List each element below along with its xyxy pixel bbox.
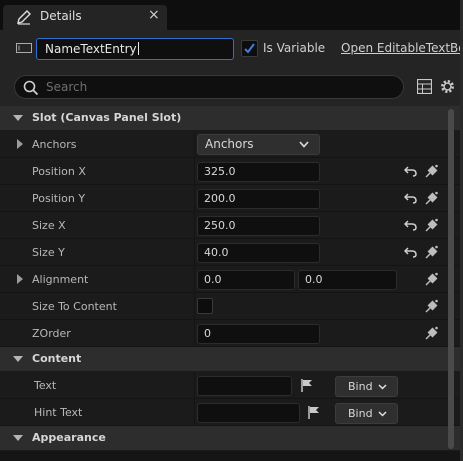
section-label: Appearance	[32, 431, 106, 444]
tab-title: Details	[40, 9, 82, 23]
property-row-position-y: Position Y 200.0	[0, 185, 460, 212]
property-label: ZOrder	[32, 327, 71, 340]
section-label: Slot (Canvas Panel Slot)	[32, 111, 182, 124]
property-label: Hint Text	[34, 406, 83, 419]
widget-name-input[interactable]: NameTextEntry	[36, 38, 234, 60]
property-label: Size Y	[32, 246, 65, 259]
widget-name-value: NameTextEntry	[45, 42, 137, 56]
property-row-anchors: Anchors Anchors	[0, 131, 460, 158]
column-divider	[194, 131, 195, 158]
column-divider	[194, 185, 195, 212]
anchors-dropdown[interactable]: Anchors	[197, 134, 320, 155]
search-placeholder: Search	[46, 80, 88, 94]
chevron-down-icon	[378, 411, 387, 417]
bind-dropdown[interactable]: Bind	[335, 376, 398, 397]
keyframe-pin-icon[interactable]	[425, 272, 439, 286]
text-caret	[137, 42, 139, 55]
bind-label: Bind	[348, 407, 373, 420]
flag-icon[interactable]	[300, 378, 314, 392]
vertical-scrollbar[interactable]	[447, 106, 456, 460]
column-divider	[194, 293, 195, 320]
text-field[interactable]	[197, 376, 292, 396]
position-y-field[interactable]: 200.0	[197, 189, 320, 209]
section-content[interactable]: Content	[0, 347, 460, 372]
scroll-thumb[interactable]	[448, 109, 454, 449]
alignment-x-field[interactable]: 0.0	[197, 270, 295, 290]
property-label: Text	[34, 379, 57, 392]
property-list: Slot (Canvas Panel Slot) Anchors Anchors…	[0, 106, 460, 451]
chevron-down-icon	[299, 141, 309, 148]
collapse-arrow-icon	[13, 115, 23, 121]
table-icon[interactable]	[417, 79, 432, 94]
checkmark-icon	[244, 43, 255, 54]
position-x-field[interactable]: 325.0	[197, 162, 320, 182]
expand-arrow-icon[interactable]	[17, 139, 23, 149]
collapse-arrow-icon	[13, 435, 23, 441]
tab-details[interactable]: Details ×	[3, 5, 167, 30]
reset-arrow-icon[interactable]	[404, 193, 417, 204]
reset-arrow-icon[interactable]	[404, 247, 417, 258]
open-class-link[interactable]: Open EditableTextBo	[341, 41, 460, 55]
search-row: Search	[0, 68, 460, 106]
search-input[interactable]: Search	[14, 75, 404, 99]
size-x-field[interactable]: 250.0	[197, 216, 320, 236]
property-label: Alignment	[32, 273, 89, 286]
property-row-size-y: Size Y 40.0	[0, 239, 460, 266]
property-row-zorder: ZOrder 0	[0, 320, 460, 347]
bind-dropdown[interactable]: Bind	[335, 403, 398, 424]
keyframe-pin-icon[interactable]	[425, 299, 439, 313]
column-divider	[194, 239, 195, 266]
section-appearance[interactable]: Appearance	[0, 426, 460, 451]
column-divider	[194, 320, 195, 347]
size-y-field[interactable]: 40.0	[197, 243, 320, 263]
keyframe-pin-icon[interactable]	[425, 326, 439, 340]
property-label: Size X	[32, 219, 66, 232]
chevron-down-icon	[378, 384, 387, 390]
reset-arrow-icon[interactable]	[404, 166, 417, 177]
reset-arrow-icon[interactable]	[404, 220, 417, 231]
zorder-field[interactable]: 0	[197, 324, 320, 344]
keyframe-pin-icon[interactable]	[425, 245, 439, 259]
keyframe-pin-icon[interactable]	[425, 218, 439, 232]
column-divider	[194, 372, 195, 399]
property-label: Position X	[32, 165, 86, 178]
expand-arrow-icon[interactable]	[17, 274, 23, 284]
alignment-y-field[interactable]: 0.0	[298, 270, 397, 290]
gear-icon[interactable]	[439, 78, 456, 95]
property-label: Position Y	[32, 192, 86, 205]
property-label: Anchors	[32, 138, 77, 151]
property-row-size-to-content: Size To Content	[0, 293, 460, 320]
keyframe-pin-icon[interactable]	[425, 191, 439, 205]
column-divider	[194, 266, 195, 293]
collapse-arrow-icon	[13, 356, 23, 362]
property-label: Size To Content	[32, 300, 117, 313]
details-header: NameTextEntry Is Variable Open EditableT…	[0, 30, 460, 68]
anchors-dropdown-value: Anchors	[205, 137, 254, 151]
search-icon	[23, 80, 39, 96]
property-row-position-x: Position X 325.0	[0, 158, 460, 185]
keyframe-pin-icon[interactable]	[425, 164, 439, 178]
size-to-content-checkbox[interactable]	[197, 298, 213, 314]
property-row-hint-text: Hint Text Bind	[0, 399, 460, 426]
property-row-size-x: Size X 250.0	[0, 212, 460, 239]
property-row-alignment: Alignment 0.0 0.0	[0, 266, 460, 293]
column-divider	[194, 212, 195, 239]
flag-icon[interactable]	[307, 405, 321, 419]
widget-icon	[16, 43, 32, 53]
is-variable-label: Is Variable	[263, 41, 326, 55]
column-divider	[194, 158, 195, 185]
section-slot[interactable]: Slot (Canvas Panel Slot)	[0, 106, 460, 131]
is-variable-checkbox[interactable]	[241, 40, 258, 57]
property-row-text: Text Bind	[0, 372, 460, 399]
bind-label: Bind	[348, 380, 373, 393]
close-icon[interactable]: ×	[148, 7, 160, 23]
pencil-icon	[17, 10, 31, 25]
section-label: Content	[32, 352, 82, 365]
tab-strip: Details ×	[0, 0, 463, 30]
hint-text-field[interactable]	[197, 403, 300, 423]
column-divider	[194, 399, 195, 426]
